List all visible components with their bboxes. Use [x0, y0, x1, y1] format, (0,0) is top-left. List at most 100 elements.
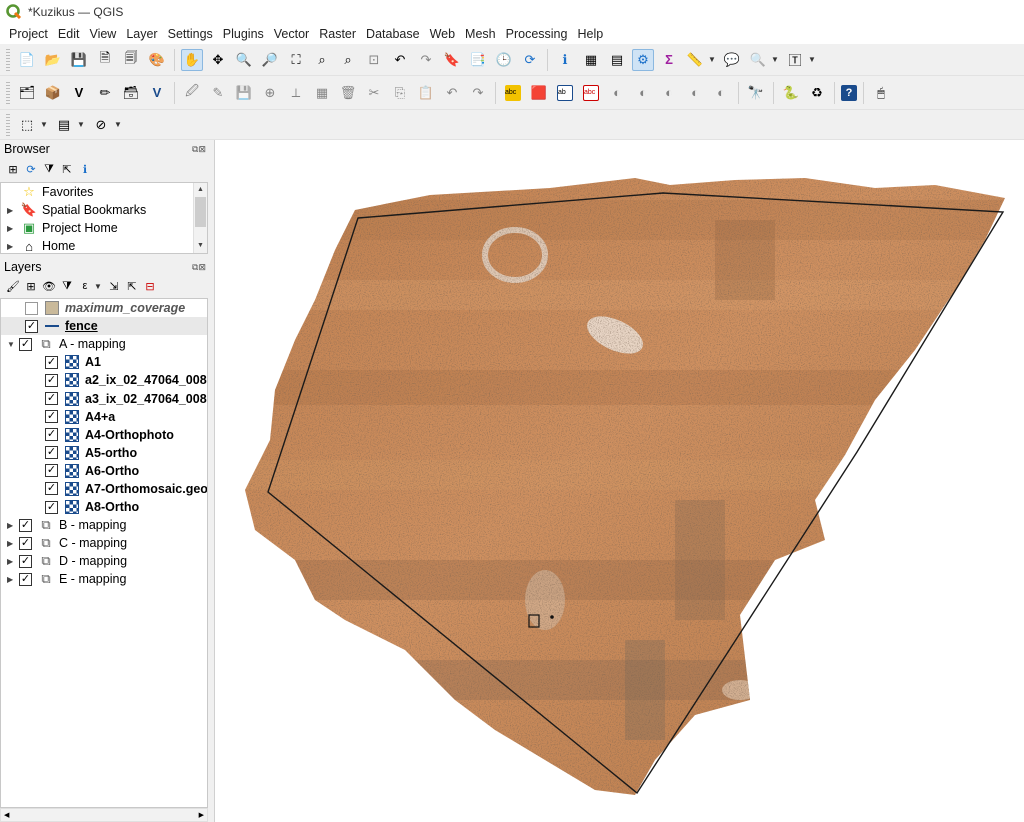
menu-view[interactable]: View — [84, 27, 121, 41]
layer-item-maximum-coverage[interactable]: maximum_coverage — [1, 299, 207, 317]
map-render[interactable] — [215, 140, 1024, 822]
zoom-in-icon[interactable]: 🔍 — [233, 49, 255, 71]
python-console-icon[interactable]: 🐍 — [780, 82, 802, 104]
panel-float-close-icon[interactable]: ⧉⊠ — [192, 262, 210, 273]
zoom-last-icon[interactable]: ↶ — [389, 49, 411, 71]
zoom-next-icon[interactable]: ↷ — [415, 49, 437, 71]
pan-to-selection-icon[interactable]: ✥ — [207, 49, 229, 71]
move-label-icon[interactable]: ◐ — [632, 82, 654, 104]
show-bookmarks-icon[interactable]: 📑 — [467, 49, 489, 71]
undo-icon[interactable]: ↶ — [441, 82, 463, 104]
text-annotation-icon[interactable]: 🅃 — [784, 49, 806, 71]
layer-item-raster[interactable]: ✓ A7-Orthomosaic.geo — [1, 480, 207, 498]
toggle-editing-icon[interactable]: ✎ — [207, 82, 229, 104]
layer-group-d-mapping[interactable]: ▶ ✓ ⧉ D - mapping — [1, 552, 207, 570]
toggle-settings-icon[interactable]: ⚙ — [632, 48, 654, 71]
scroll-down-icon[interactable]: ▼ — [194, 239, 207, 253]
save-project-icon[interactable]: 💾 — [68, 49, 90, 71]
zoom-to-selection-icon[interactable]: ⌕ — [311, 49, 333, 71]
menu-settings[interactable]: Settings — [163, 27, 218, 41]
layer-checkbox[interactable]: ✓ — [45, 464, 58, 478]
rotate-label-icon[interactable]: ◐ — [658, 82, 680, 104]
deselect-dropdown-icon[interactable]: ▼ — [114, 120, 122, 129]
label-toolbar-icon[interactable]: abc — [502, 82, 524, 104]
refresh-icon[interactable]: ⟳ — [23, 161, 39, 177]
layer-item-raster[interactable]: ✓ A8-Ortho — [1, 498, 207, 516]
browser-item-home[interactable]: ▶ ⌂ Home — [1, 237, 207, 254]
collapse-all-icon[interactable]: ⇱ — [59, 161, 75, 177]
zoom-to-layer-icon[interactable]: ⌕ — [337, 49, 359, 71]
menu-database[interactable]: Database — [361, 27, 425, 41]
modify-attributes-icon[interactable]: ▦ — [311, 82, 333, 104]
new-project-icon[interactable]: 📄 — [16, 49, 38, 71]
menu-help[interactable]: Help — [572, 27, 608, 41]
layer-checkbox[interactable]: ✓ — [25, 319, 38, 333]
layer-item-fence[interactable]: ✓ fence — [1, 317, 207, 336]
select-by-value-icon[interactable]: ▤ — [53, 114, 75, 136]
save-edits-icon[interactable]: 💾 — [233, 82, 255, 104]
locator-dropdown-icon[interactable]: ▼ — [771, 55, 779, 64]
collapse-arrow-icon[interactable]: ▼ — [7, 340, 19, 349]
map-canvas[interactable] — [214, 140, 1024, 822]
layer-group-e-mapping[interactable]: ▶ ✓ ⧉ E - mapping — [1, 570, 207, 588]
annotation-dropdown-icon[interactable]: ▼ — [808, 55, 816, 64]
menu-plugins[interactable]: Plugins — [218, 27, 269, 41]
deselect-features-icon[interactable]: ⊘ — [90, 114, 112, 136]
layer-checkbox[interactable]: ✓ — [19, 518, 32, 532]
open-layer-styling-icon[interactable]: 🖌 — [5, 278, 21, 294]
new-shapefile-layer-icon[interactable]: V — [68, 82, 90, 104]
menu-web[interactable]: Web — [425, 27, 460, 41]
menu-processing[interactable]: Processing — [501, 27, 573, 41]
collapse-all-icon[interactable]: ⇱ — [124, 278, 140, 294]
expand-arrow-icon[interactable]: ▶ — [7, 521, 19, 530]
layer-item-raster[interactable]: ✓ A6-Ortho — [1, 462, 207, 480]
layer-item-raster[interactable]: ✓ A1 — [1, 353, 207, 371]
toolbar-grip[interactable] — [6, 81, 10, 104]
delete-selected-icon[interactable]: 🗑 — [337, 82, 359, 104]
layer-checkbox[interactable]: ✓ — [45, 428, 58, 442]
layer-checkbox[interactable]: ✓ — [45, 392, 58, 406]
menu-layer[interactable]: Layer — [121, 27, 162, 41]
add-vector-layer-icon[interactable]: V — [146, 82, 168, 104]
layer-item-raster[interactable]: ✓ A4-Orthophoto — [1, 426, 207, 444]
layer-group-b-mapping[interactable]: ▶ ✓ ⧉ B - mapping — [1, 516, 207, 534]
manage-map-themes-icon[interactable]: 👁 — [41, 278, 57, 294]
current-edits-icon[interactable]: 🖉 — [181, 82, 203, 104]
add-group-icon[interactable]: ⊞ — [23, 278, 39, 294]
map-tips-icon[interactable]: 💬 — [721, 49, 743, 71]
browser-scrollbar[interactable]: ▲ ▼ — [193, 183, 207, 253]
select-dropdown-icon[interactable]: ▼ — [40, 120, 48, 129]
layer-checkbox[interactable]: ✓ — [45, 373, 58, 387]
filter-legend-icon[interactable]: ⧩ — [59, 278, 75, 294]
filter-expression-icon[interactable]: ε — [77, 278, 93, 294]
scroll-up-icon[interactable]: ▲ — [194, 183, 207, 197]
layout-manager-icon[interactable]: 🗐 — [120, 49, 142, 71]
expand-arrow-icon[interactable]: ▶ — [7, 242, 19, 251]
measure-dropdown-icon[interactable]: ▼ — [708, 55, 716, 64]
new-geopackage-layer-icon[interactable]: 📦 — [42, 82, 64, 104]
identify-features-icon[interactable]: ℹ — [554, 49, 576, 71]
add-feature-icon[interactable]: ⊕ — [259, 82, 281, 104]
layer-checkbox[interactable]: ✓ — [45, 482, 58, 496]
field-calculator-icon[interactable]: Σ — [658, 49, 680, 71]
highlight-labels-icon[interactable]: abc — [580, 82, 602, 104]
layer-group-c-mapping[interactable]: ▶ ✓ ⧉ C - mapping — [1, 534, 207, 552]
menu-raster[interactable]: Raster — [314, 27, 361, 41]
refresh-icon[interactable]: ⟳ — [519, 49, 541, 71]
toolbar-grip[interactable] — [6, 48, 10, 71]
menu-project[interactable]: Project — [4, 27, 53, 41]
layer-checkbox[interactable] — [25, 301, 38, 315]
layer-checkbox[interactable]: ✓ — [19, 554, 32, 568]
expand-arrow-icon[interactable]: ▶ — [7, 575, 19, 584]
zoom-out-icon[interactable]: 🔎 — [259, 49, 281, 71]
layer-group-a-mapping[interactable]: ▼ ✓ ⧉ A - mapping — [1, 335, 207, 353]
browser-item-project-home[interactable]: ▶ ▣ Project Home — [1, 219, 207, 237]
temporal-controller-icon[interactable]: 🕒 — [493, 49, 515, 71]
new-print-layout-icon[interactable]: 🗎 — [94, 49, 116, 71]
label-properties-icon[interactable]: ◐ — [710, 82, 732, 104]
pin-labels-icon[interactable]: ab — [554, 82, 576, 104]
expand-arrow-icon[interactable]: ▶ — [7, 557, 19, 566]
help-icon[interactable]: ? — [841, 84, 857, 101]
menu-vector[interactable]: Vector — [269, 27, 314, 41]
layer-item-raster[interactable]: ✓ a2_ix_02_47064_0089 — [1, 371, 207, 389]
